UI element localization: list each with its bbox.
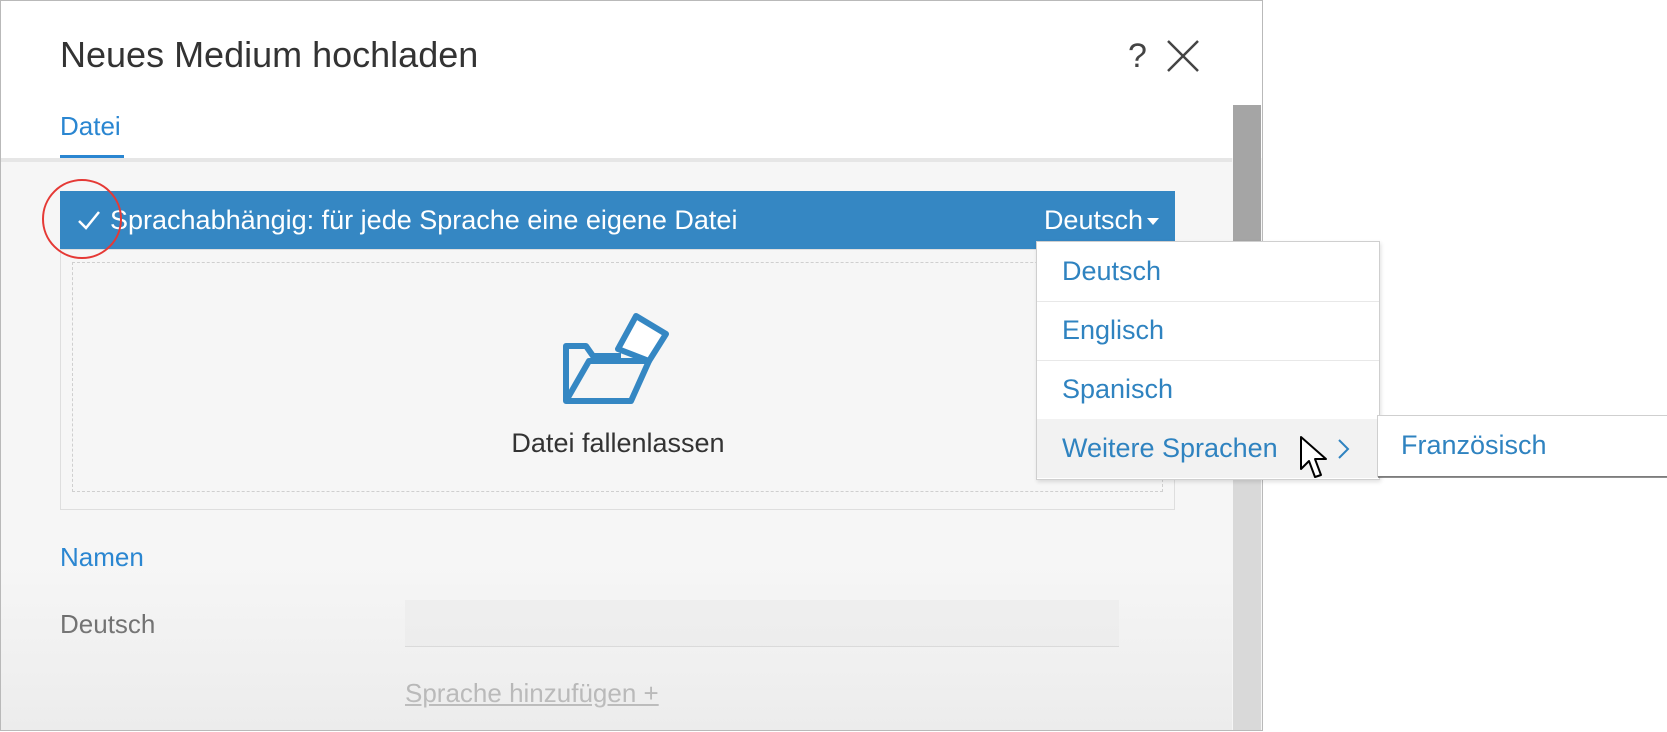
submenu-item-franzoesisch[interactable]: Französisch (1401, 429, 1547, 461)
help-icon[interactable]: ? (1128, 36, 1147, 76)
dialog-header: Neues Medium hochladen ? Datei (1, 1, 1262, 160)
dropdown-item-englisch[interactable]: Englisch (1037, 301, 1379, 360)
language-select[interactable]: Deutsch (1044, 204, 1159, 236)
close-icon[interactable] (1166, 39, 1200, 73)
dropzone-label: Datei fallenlassen (511, 428, 725, 458)
chevron-right-icon (1338, 439, 1350, 459)
caret-down-icon (1147, 218, 1159, 226)
dropdown-item-deutsch[interactable]: Deutsch (1037, 242, 1379, 301)
dropdown-item-spanisch[interactable]: Spanisch (1037, 360, 1379, 419)
language-dependent-bar: Sprachabhängig: für jede Sprache eine ei… (60, 191, 1175, 249)
check-icon[interactable] (76, 207, 102, 233)
language-dropdown-menu: Deutsch Englisch Spanisch Weitere Sprach… (1036, 241, 1380, 480)
language-dependent-label[interactable]: Sprachabhängig: für jede Sprache eine ei… (110, 204, 737, 236)
scrollbar-thumb[interactable] (1233, 105, 1261, 255)
header-divider (1, 158, 1232, 162)
add-language-link[interactable]: Sprache hinzufügen + (405, 677, 659, 709)
dialog-title: Neues Medium hochladen (60, 34, 479, 75)
more-languages-submenu: Französisch (1377, 415, 1667, 478)
name-field-label: Deutsch (60, 609, 156, 639)
submenu-shadow (1378, 476, 1667, 478)
tab-datei[interactable]: Datei (60, 110, 121, 142)
name-input-deutsch[interactable] (405, 600, 1119, 647)
folder-upload-icon (563, 313, 669, 404)
names-section-heading: Namen (60, 542, 144, 572)
dropdown-item-more-languages[interactable]: Weitere Sprachen (1037, 419, 1379, 478)
more-languages-label: Weitere Sprachen (1062, 433, 1278, 463)
language-select-value: Deutsch (1043, 205, 1143, 235)
